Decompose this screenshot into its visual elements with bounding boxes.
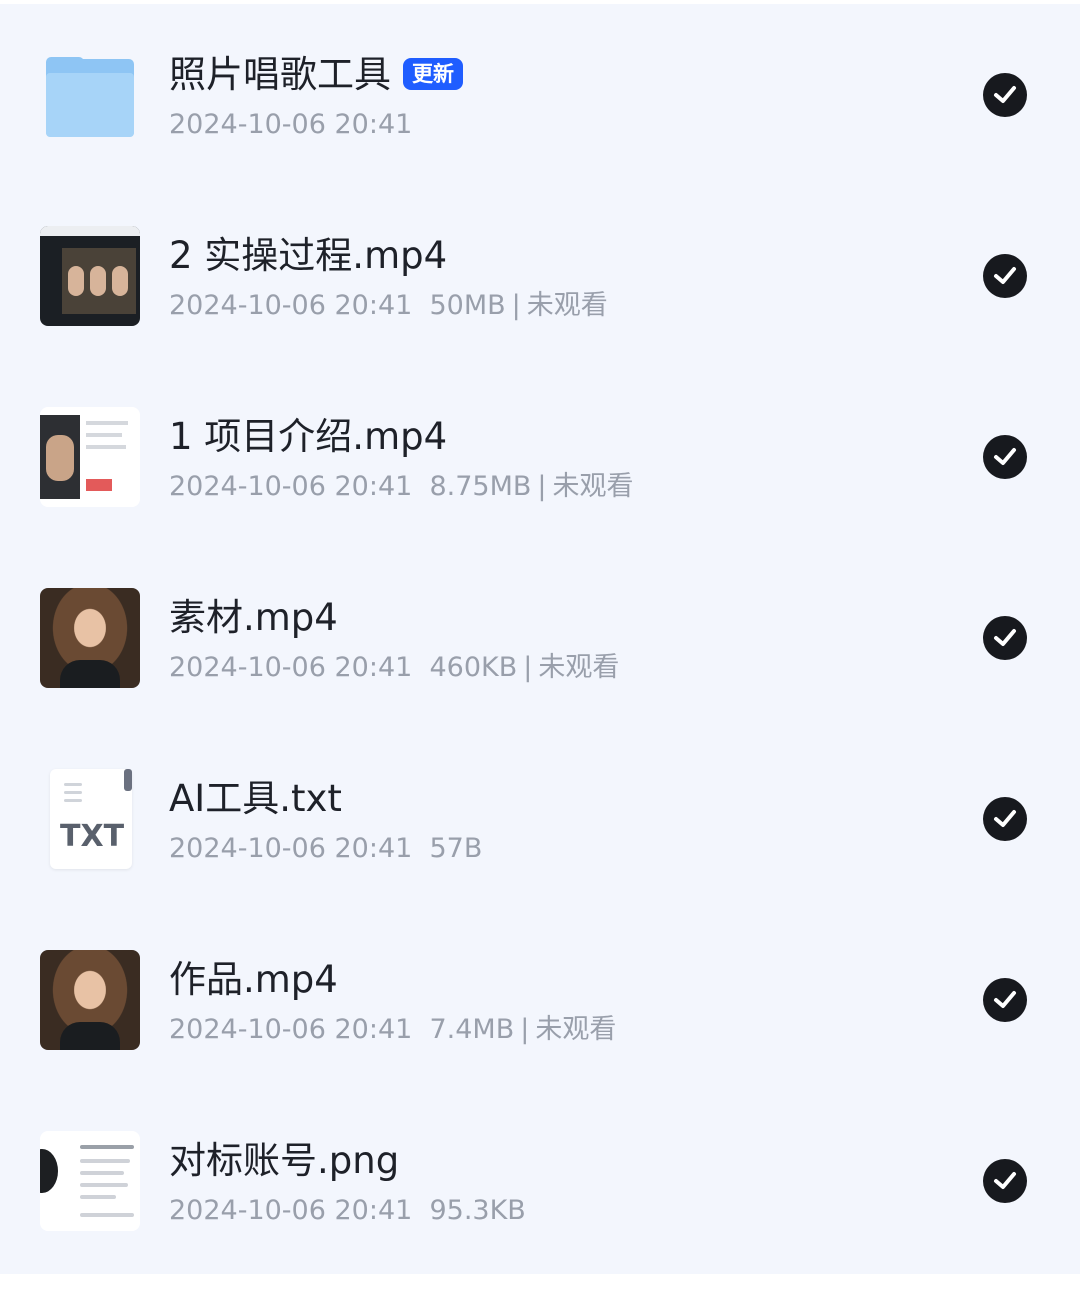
file-date: 2024-10-06 20:41 bbox=[169, 290, 413, 321]
file-meta: 2024-10-06 20:41 57B bbox=[169, 831, 482, 867]
image-thumbnail bbox=[40, 1131, 140, 1231]
file-name: AI工具.txt bbox=[169, 777, 342, 820]
file-name: 1 项目介绍.mp4 bbox=[169, 415, 448, 458]
file-size: 50MB bbox=[429, 290, 506, 321]
check-icon[interactable] bbox=[983, 797, 1027, 841]
file-name: 照片唱歌工具 更新 bbox=[169, 52, 463, 98]
txt-file-label: TXT bbox=[60, 819, 125, 854]
file-date: 2024-10-06 20:41 bbox=[169, 833, 413, 864]
update-badge: 更新 bbox=[403, 57, 463, 90]
check-icon[interactable] bbox=[983, 616, 1027, 660]
check-icon[interactable] bbox=[983, 73, 1027, 117]
file-size: 95.3KB bbox=[429, 1195, 526, 1226]
video-thumbnail bbox=[40, 226, 140, 326]
file-meta: 2024-10-06 20:41 bbox=[169, 107, 412, 143]
check-icon[interactable] bbox=[983, 254, 1027, 298]
file-meta: 2024-10-06 20:41 95.3KB bbox=[169, 1193, 526, 1229]
file-name: 作品.mp4 bbox=[169, 958, 338, 1001]
folder-icon bbox=[40, 44, 140, 144]
check-icon[interactable] bbox=[983, 435, 1027, 479]
file-date: 2024-10-06 20:41 bbox=[169, 109, 413, 140]
file-name: 对标账号.png bbox=[169, 1139, 400, 1182]
check-icon[interactable] bbox=[983, 1159, 1027, 1203]
file-size: 57B bbox=[429, 833, 483, 864]
check-icon[interactable] bbox=[983, 978, 1027, 1022]
file-date: 2024-10-06 20:41 bbox=[169, 1195, 413, 1226]
watch-status: 未观看 bbox=[552, 471, 634, 502]
video-thumbnail bbox=[40, 588, 140, 688]
watch-status: 未观看 bbox=[535, 1014, 617, 1045]
list-item-video[interactable]: 作品.mp4 2024-10-06 20:41 7.4MB | 未观看 bbox=[0, 909, 1080, 1090]
file-meta: 2024-10-06 20:41 8.75MB | 未观看 bbox=[169, 471, 634, 502]
video-thumbnail bbox=[40, 950, 140, 1050]
file-meta: 2024-10-06 20:41 50MB | 未观看 bbox=[169, 290, 608, 321]
list-item-text[interactable]: TXT AI工具.txt 2024-10-06 20:41 57B bbox=[0, 728, 1080, 909]
file-meta: 2024-10-06 20:41 7.4MB | 未观看 bbox=[169, 1014, 617, 1045]
list-item-video[interactable]: 素材.mp4 2024-10-06 20:41 460KB | 未观看 bbox=[0, 547, 1080, 728]
watch-status: 未观看 bbox=[526, 290, 608, 321]
file-meta: 2024-10-06 20:41 460KB | 未观看 bbox=[169, 652, 620, 683]
video-thumbnail bbox=[40, 407, 140, 507]
file-name: 2 实操过程.mp4 bbox=[169, 234, 448, 277]
watch-status: 未观看 bbox=[538, 652, 620, 683]
file-date: 2024-10-06 20:41 bbox=[169, 1014, 413, 1045]
file-size: 7.4MB bbox=[429, 1014, 515, 1045]
file-date: 2024-10-06 20:41 bbox=[169, 652, 413, 683]
file-list: 照片唱歌工具 更新 2024-10-06 20:41 2 实操过程.mp4 202… bbox=[0, 4, 1080, 1274]
file-size: 460KB bbox=[429, 652, 518, 683]
list-item-folder[interactable]: 照片唱歌工具 更新 2024-10-06 20:41 bbox=[0, 4, 1080, 185]
list-item-video[interactable]: 2 实操过程.mp4 2024-10-06 20:41 50MB | 未观看 bbox=[0, 185, 1080, 366]
txt-file-icon: TXT bbox=[40, 769, 140, 869]
file-size: 8.75MB bbox=[429, 471, 532, 502]
file-date: 2024-10-06 20:41 bbox=[169, 471, 413, 502]
list-item-video[interactable]: 1 项目介绍.mp4 2024-10-06 20:41 8.75MB | 未观看 bbox=[0, 366, 1080, 547]
file-name: 素材.mp4 bbox=[169, 596, 338, 639]
list-item-image[interactable]: 对标账号.png 2024-10-06 20:41 95.3KB bbox=[0, 1090, 1080, 1271]
